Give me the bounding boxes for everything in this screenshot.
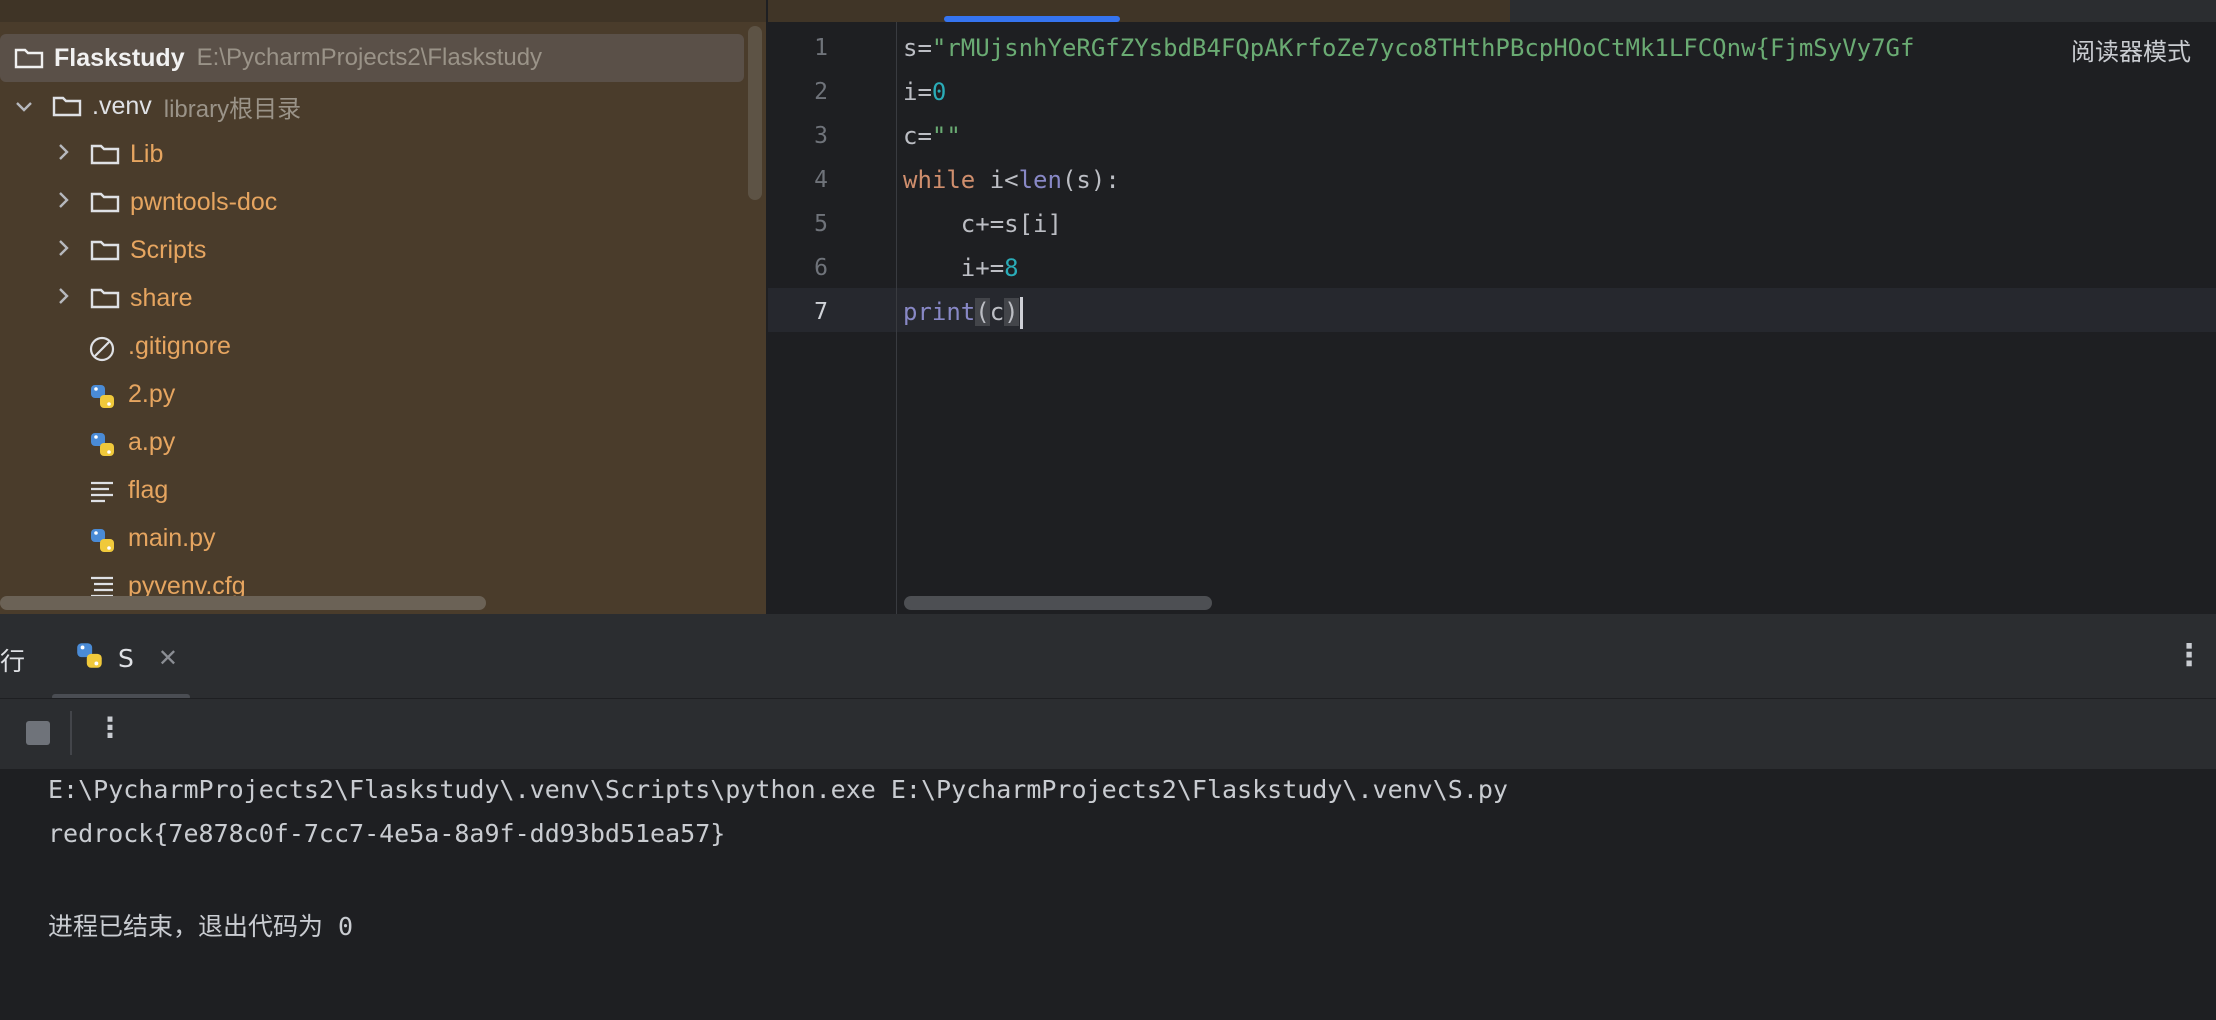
config-file-icon [88, 575, 118, 598]
tree-item-project-root[interactable]: Flaskstudy E:\PycharmProjects2\Flaskstud… [0, 34, 744, 82]
console-line: redrock{7e878c0f-7cc7-4e5a-8a9f-dd93bd51… [48, 819, 726, 848]
tree-item-folder[interactable]: Lib [52, 130, 163, 178]
number-literal: 0 [931, 78, 947, 106]
active-tab-indicator [944, 16, 1120, 22]
line-number: 6 [814, 255, 828, 281]
code-token: c [989, 298, 1005, 326]
tree-item-folder[interactable]: share [52, 274, 193, 322]
tree-item-folder[interactable]: Scripts [52, 226, 206, 274]
project-tool-window: Flaskstudy E:\PycharmProjects2\Flaskstud… [0, 0, 766, 614]
run-toolbar: ⋮ [0, 699, 2216, 769]
folder-name: share [130, 283, 193, 312]
tree-item-folder[interactable]: pwntools-doc [52, 178, 277, 226]
folder-name: pwntools-doc [130, 187, 278, 216]
folder-icon [14, 47, 44, 69]
project-root-path: E:\PycharmProjects2\Flaskstudy [196, 44, 543, 71]
file-name: a.py [128, 427, 176, 456]
tree-item-file[interactable]: main.py [88, 514, 216, 562]
more-options-icon[interactable]: ⋮ [2174, 638, 2204, 673]
folder-name: Lib [130, 139, 164, 168]
code-token: i< [975, 166, 1019, 194]
file-name: main.py [128, 523, 216, 552]
project-header-strip [0, 0, 766, 22]
builtin-function: len [1018, 166, 1062, 194]
code-token: i= [903, 78, 932, 106]
code-token: c= [903, 122, 932, 150]
tree-item-file[interactable]: 2.py [88, 370, 175, 418]
chevron-right-icon[interactable] [52, 286, 76, 310]
ignored-file-icon [88, 335, 118, 362]
run-tool-title: 行 [0, 647, 26, 676]
code-editor[interactable]: 1 2 3 4 5 6 7 s="rMUjsnhYeRGfZYsbdB4FQpA… [768, 0, 2216, 614]
chevron-right-icon[interactable] [52, 142, 76, 166]
code-line[interactable]: i+=8 [903, 246, 1019, 290]
gutter-separator [896, 22, 897, 614]
editor-tab-area [768, 0, 1510, 22]
chevron-right-icon[interactable] [52, 190, 76, 214]
project-vertical-scrollbar[interactable] [748, 26, 762, 200]
string-literal: "" [931, 122, 961, 150]
line-number: 3 [814, 123, 828, 149]
folder-icon [90, 287, 120, 309]
venv-folder-name: .venv [92, 91, 152, 120]
code-line[interactable]: s="rMUjsnhYeRGfZYsbdB4FQpAKrfoZe7yco8THt… [903, 26, 1914, 70]
builtin-function: print [903, 298, 976, 326]
matched-paren: ) [1004, 298, 1019, 326]
reader-mode-button[interactable]: 阅读器模式 [2071, 32, 2191, 67]
python-file-icon [88, 527, 118, 552]
code-token: i+= [903, 254, 1005, 282]
code-line[interactable]: print(c) [903, 290, 1023, 334]
number-literal: 8 [1004, 254, 1019, 282]
text-file-icon [88, 479, 118, 503]
folder-name: Scripts [130, 235, 207, 264]
run-console[interactable]: E:\PycharmProjects2\Flaskstudy\.venv\Scr… [0, 769, 2216, 1020]
python-icon [74, 641, 106, 675]
console-line: E:\PycharmProjects2\Flaskstudy\.venv\Scr… [48, 775, 1508, 804]
line-number: 7 [814, 299, 828, 325]
chevron-right-icon[interactable] [52, 238, 76, 262]
toolbar-more-icon[interactable]: ⋮ [96, 711, 124, 744]
folder-icon [52, 95, 82, 117]
folder-icon [90, 239, 120, 261]
project-horizontal-scrollbar[interactable] [0, 596, 486, 610]
folder-icon [90, 191, 120, 213]
tree-item-file[interactable]: flag [88, 466, 168, 514]
line-number: 5 [814, 211, 828, 237]
string-literal: "rMUjsnhYeRGfZYsbdB4FQpAKrfoZe7yco8THthP… [931, 34, 1915, 62]
code-line[interactable]: while i<len(s): [903, 158, 1120, 202]
line-number: 2 [814, 79, 828, 105]
run-tab-label: S [118, 643, 134, 673]
project-root-name: Flaskstudy [54, 43, 185, 72]
file-name: .gitignore [128, 331, 231, 360]
code-token: c+=s[i] [903, 210, 1062, 238]
line-number: 1 [814, 35, 828, 61]
python-file-icon [88, 383, 118, 408]
keyword: while [903, 166, 976, 194]
chevron-down-icon[interactable] [12, 94, 36, 118]
code-line[interactable]: c="" [903, 114, 961, 158]
toolbar-separator [70, 711, 72, 755]
run-tool-window-header: 行 S ✕ ⋮ [0, 616, 2216, 700]
code-line[interactable]: i=0 [903, 70, 946, 114]
close-icon[interactable]: ✕ [158, 644, 178, 672]
code-token: s= [903, 34, 932, 62]
console-line: 进程已结束，退出代码为 0 [48, 912, 354, 941]
code-line[interactable]: c+=s[i] [903, 202, 1062, 246]
venv-hint: library根目录 [163, 95, 302, 123]
folder-icon [90, 143, 120, 165]
tree-item-file[interactable]: .gitignore [88, 322, 231, 370]
code-token: (s): [1061, 166, 1120, 194]
file-name: flag [128, 475, 169, 504]
tree-item-venv[interactable]: .venv library根目录 [12, 82, 301, 130]
run-tab[interactable]: S ✕ [74, 642, 178, 674]
editor-horizontal-scrollbar[interactable] [904, 596, 1212, 610]
stop-icon[interactable] [26, 721, 50, 745]
line-number: 4 [814, 167, 828, 193]
text-caret [1019, 297, 1023, 329]
tree-item-file[interactable]: a.py [88, 418, 175, 466]
python-file-icon [88, 431, 118, 456]
matched-paren: ( [975, 298, 990, 326]
file-name: 2.py [128, 379, 176, 408]
